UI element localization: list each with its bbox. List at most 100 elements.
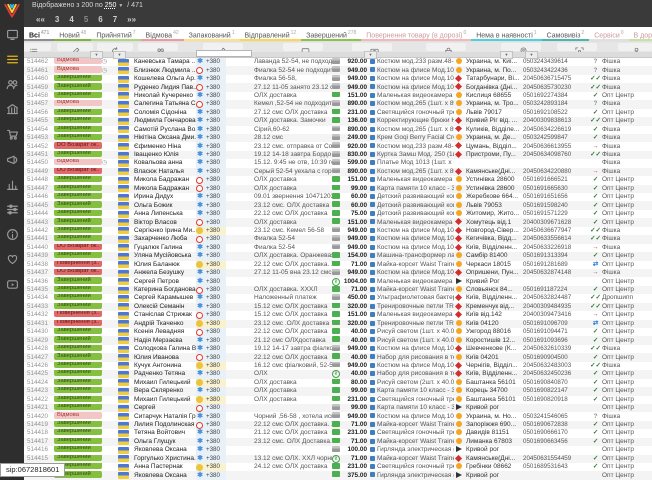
order-comment[interactable]: ОЛХ доставка — [254, 379, 332, 387]
delivery-address[interactable]: Кривий Ріг від. ... — [466, 117, 523, 125]
order-status-cell[interactable]: Завершений — [54, 404, 102, 412]
order-status-cell[interactable]: Завершений — [54, 92, 102, 100]
product-cell[interactable]: Костюм на флисе Мод.1014 (1ш... — [370, 269, 454, 277]
customer-phone[interactable]: +380 — [206, 269, 226, 277]
order-status-cell[interactable]: Відмова — [54, 66, 102, 74]
order-status-cell[interactable]: Завершений — [54, 126, 102, 134]
order-row[interactable]: 514419 Завершений ◷ Лилия Подолинская +3… — [24, 421, 652, 429]
order-id[interactable]: 514446 — [24, 193, 54, 201]
delivery-address[interactable]: Київ, Відділенн... — [466, 370, 523, 378]
product-cell[interactable]: Светящийся гоночный трек Ма... — [370, 396, 454, 404]
product-cell[interactable]: Костюм на флисе Мод.1014 (1ш... — [370, 244, 454, 252]
order-comment[interactable]: Фиалка 56-58, — [254, 75, 332, 83]
product-cell[interactable]: Рисуй светом (1шт. х 40.00 = 40... — [370, 337, 454, 345]
delivery-address[interactable]: Татарбунари, Ві... — [466, 75, 523, 83]
order-row[interactable]: 514416 Завершений ◷ Яковлева Оксана +380… — [24, 446, 652, 454]
tracking-number[interactable]: 20450633556614 — [523, 235, 589, 243]
tracking-number[interactable]: 0501691094471 — [523, 328, 589, 336]
video-play-icon[interactable] — [0, 272, 24, 297]
order-comment[interactable]: 28.12 смс — [254, 134, 332, 142]
customer-name[interactable]: Салегина Татьяна С.. — [134, 100, 196, 108]
order-status-cell[interactable]: Відмова — [54, 100, 102, 108]
order-row[interactable]: 514422 Завершений ◷ Михаил Гилецький +38… — [24, 396, 652, 404]
order-row[interactable]: 514414 Завершений ◷ Анна Пастернак +380 … — [24, 463, 652, 471]
order-status-cell[interactable]: Завершений — [54, 353, 102, 361]
order-row[interactable]: 514445 Завершений ◷ Ольга Божик +380 23.… — [24, 201, 652, 209]
order-id[interactable]: 514460 — [24, 75, 54, 83]
delivery-address[interactable]: Ужгород 88016 — [466, 328, 523, 336]
tracking-number[interactable]: 0503242599847 — [523, 134, 589, 142]
order-status-cell[interactable]: Завершений — [54, 252, 102, 260]
status-tab[interactable]: Прийнятий7 — [91, 27, 140, 41]
order-row[interactable]: 514454 Завершений ◷ Самотій Руслана Во..… — [24, 126, 652, 134]
customer-name[interactable]: Яковлева Оксана — [134, 472, 196, 480]
order-row[interactable]: 514446 Завершений ◷ Ирина Дидух +380 09.… — [24, 193, 652, 201]
order-comment[interactable]: ОЛХ доставка — [254, 396, 332, 404]
customer-name[interactable]: Ситарчук Наталія Гр.. — [134, 413, 196, 421]
order-comment[interactable]: Лаванда 52-54, не подходит — [254, 58, 332, 66]
customer-phone[interactable]: +380 — [206, 345, 226, 353]
order-status-cell[interactable]: Завершений — [54, 429, 102, 437]
customer-name[interactable]: Власюк Наталья — [134, 168, 196, 176]
customer-name[interactable]: Соломія Сідоніна — [134, 109, 196, 117]
order-comment[interactable]: Кемел ,52-54 не подходит — [254, 100, 332, 108]
order-id[interactable]: 514424 — [24, 379, 54, 387]
order-row[interactable]: 514450 Відмова ◷ Ковальова анна +380 15.… — [24, 159, 652, 167]
order-comment[interactable]: 19.12 14-18 завтра Бордо 56-58 — [254, 151, 332, 159]
order-comment[interactable]: Серый 52-54 уехала с города — [254, 168, 332, 176]
tracking-number[interactable]: 0501691666521 — [523, 176, 589, 184]
delivery-address[interactable]: Запоріжжя 690... — [466, 421, 523, 429]
product-cell[interactable]: Карта памяти 10 класс - 32Гб *1... — [370, 404, 454, 412]
order-status-cell[interactable]: Завершений — [54, 185, 102, 193]
order-status-cell[interactable]: Завершений — [54, 387, 102, 395]
delivery-address[interactable]: Богданівка (Дні... — [466, 84, 523, 92]
product-cell[interactable]: Майка-корсет Waist Trainer *142... — [370, 438, 454, 446]
order-row[interactable]: 514431 Повернення (з.. ◷ Андрій Ткаченко… — [24, 320, 652, 328]
order-id[interactable]: 514423 — [24, 387, 54, 395]
order-id[interactable]: 514436 — [24, 278, 54, 286]
order-comment[interactable]: 22.12 смс ОЛХ доставка — [254, 328, 332, 336]
order-comment[interactable]: 23.12 смс. ОЛХ доставка — [254, 202, 332, 210]
delivery-address[interactable]: Украина, м. Киї... — [466, 58, 523, 66]
order-comment[interactable]: ОЛХ доставка. ХХХЛ — [254, 286, 332, 294]
order-status-cell[interactable]: Завершений — [54, 134, 102, 142]
delivery-address[interactable]: Шевченкове (К... — [466, 345, 523, 353]
order-comment[interactable]: 22.12 смс ОЛХ доставка. ХХЛ — [254, 261, 332, 269]
customer-phone[interactable]: +380 — [206, 404, 226, 412]
delivery-address[interactable]: Кривой рог — [466, 472, 523, 480]
order-comment[interactable]: ОЛХ доставка. Замочки — [254, 117, 332, 125]
order-status-cell[interactable]: Завершений — [54, 421, 102, 429]
customer-name[interactable]: Уляна Мусійовська — [134, 252, 196, 260]
customer-name[interactable]: Юлия Баланюк — [134, 261, 196, 269]
delivery-address[interactable]: Лиманка 67803 — [466, 438, 523, 446]
delivery-address[interactable]: Кривий Рог — [466, 278, 523, 286]
product-cell[interactable]: Машина-трансформер ламборд... — [370, 252, 454, 260]
status-tab[interactable]: Відправлений12 — [240, 27, 302, 41]
tracking-number[interactable]: 0501691651656 — [523, 193, 589, 201]
order-status-cell[interactable]: Завершений — [54, 396, 102, 404]
order-id[interactable]: 514444 — [24, 210, 54, 218]
order-row[interactable]: 514433 Завершений ◷ Олексій Семанін +380… — [24, 303, 652, 311]
customer-name[interactable]: Ольга Божик — [134, 202, 196, 210]
product-cell[interactable]: Крем Goqi Berry Facial Cream *3... — [370, 134, 454, 142]
delivery-address[interactable]: Цумань, Відділ... — [466, 143, 523, 151]
delivery-address[interactable]: Устинівка 28600 — [466, 185, 523, 193]
product-cell[interactable]: Карта памяти 10 класс - 32Гб *1... — [370, 387, 454, 395]
order-id[interactable]: 514426 — [24, 362, 54, 370]
order-row[interactable]: 514420 Відмова ◷ Ситарчук Наталія Гр.. +… — [24, 412, 652, 420]
product-cell[interactable]: Костюм на флисе Мод.1014 (1ш... — [370, 227, 454, 235]
order-row[interactable]: 514455 Завершений ◷ Людмила Гончарова +3… — [24, 117, 652, 125]
order-comment[interactable]: 15.12 смс ОЛХ доставка — [254, 311, 332, 319]
customer-phone[interactable]: +380 — [206, 92, 226, 100]
delivery-address[interactable]: Хомутець від.1 — [466, 219, 523, 227]
page-size-select[interactable]: 250 — [105, 2, 117, 9]
product-cell[interactable]: Костюм мод.265 (1шт. х 890.00... — [370, 100, 454, 108]
order-comment[interactable]: 27.12 11-05 вна 23.12 смс. 19... — [254, 269, 332, 277]
customer-name[interactable]: Руденко Лидия Пав.. — [134, 84, 196, 92]
order-row[interactable]: 514423 Завершений ◷ Вера Скляренко +380 … — [24, 387, 652, 395]
product-cell[interactable]: Костюм на флисе Мод.1014 (1ш... — [370, 67, 454, 75]
delivery-address[interactable]: Корець 34700 — [466, 387, 523, 395]
order-id[interactable]: 514422 — [24, 396, 54, 404]
delivery-address[interactable]: Кегичівка, Відд... — [466, 235, 523, 243]
tracking-number[interactable]: 0501691096709 — [523, 320, 589, 328]
